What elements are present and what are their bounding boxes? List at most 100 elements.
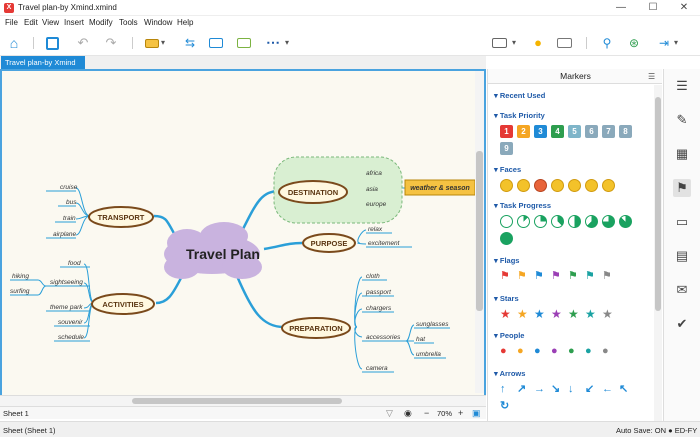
arrow-down-icon[interactable]: ↓ — [568, 383, 581, 396]
maximize-icon[interactable]: ☐ — [642, 0, 664, 16]
red-flag-icon[interactable]: ⚑ — [500, 270, 513, 283]
priority-4-marker[interactable]: 4 — [551, 125, 564, 138]
subtopic-souvenir[interactable]: souvenir — [58, 319, 83, 326]
subtopic-surfing[interactable]: surfing — [10, 288, 30, 295]
orange-person-icon[interactable]: ● — [517, 345, 530, 358]
task-icon[interactable]: ✔ — [673, 315, 691, 333]
subtopic-schedule[interactable]: schedule — [58, 334, 84, 341]
eye-icon[interactable]: ◉ — [404, 408, 412, 419]
summary-icon[interactable] — [237, 38, 251, 48]
blue-star-icon[interactable]: ★ — [534, 308, 547, 321]
section-flags[interactable]: ▾ Flags — [494, 256, 519, 265]
topic-destination[interactable]: DESTINATION — [288, 188, 338, 197]
more-icon[interactable]: ⋯ — [266, 35, 284, 51]
arrow-up-right-icon[interactable]: ↗ — [517, 383, 530, 396]
subtopic-umbrella[interactable]: umbrella — [416, 351, 441, 358]
menu-view[interactable]: View — [42, 18, 59, 27]
arrow-right-icon[interactable]: → — [534, 383, 547, 396]
priority-2-marker[interactable]: 2 — [517, 125, 530, 138]
chevron-down-icon[interactable]: ▾ — [285, 35, 303, 51]
document-tab[interactable]: Travel plan-by Xmind × — [1, 56, 85, 80]
arrow-left-icon[interactable]: ← — [602, 383, 615, 396]
fit-map-icon[interactable]: ▣ — [472, 408, 481, 419]
topic-activities[interactable]: ACTIVITIES — [102, 300, 143, 309]
boundary-icon[interactable] — [209, 38, 223, 48]
home-icon[interactable]: ⌂ — [5, 35, 23, 51]
arrow-down-left-icon[interactable]: ↙ — [585, 383, 598, 396]
progress-done-icon[interactable] — [500, 232, 513, 245]
format-brush-icon[interactable]: ✎ — [673, 111, 691, 129]
progress-3-8-icon[interactable] — [551, 215, 564, 228]
presentation-icon[interactable] — [492, 38, 507, 48]
red-star-icon[interactable]: ★ — [500, 308, 513, 321]
subtopic-airplane[interactable]: airplane — [53, 231, 77, 238]
idea-icon[interactable]: ● — [529, 35, 547, 51]
subtopic-train[interactable]: train — [63, 215, 76, 222]
green-star-icon[interactable]: ★ — [568, 308, 581, 321]
topic-icon[interactable] — [145, 39, 159, 48]
priority-7-marker[interactable]: 7 — [602, 125, 615, 138]
menu-insert[interactable]: Insert — [64, 18, 84, 27]
menu-edit[interactable]: Edit — [24, 18, 38, 27]
section-task-priority[interactable]: ▾ Task Priority — [494, 111, 545, 120]
orange-flag-icon[interactable]: ⚑ — [517, 270, 530, 283]
subtopic-hat[interactable]: hat — [416, 336, 426, 343]
topic-purpose[interactable]: PURPOSE — [311, 239, 348, 248]
subtopic-chargers[interactable]: chargers — [366, 305, 392, 312]
redo-icon[interactable]: ↷ — [102, 35, 120, 51]
teal-person-icon[interactable]: ● — [585, 345, 598, 358]
green-flag-icon[interactable]: ⚑ — [568, 270, 581, 283]
priority-8-marker[interactable]: 8 — [619, 125, 632, 138]
status-autosave[interactable]: Auto Save: ON ● ED-FY — [616, 426, 697, 435]
notes-icon[interactable]: ▤ — [673, 247, 691, 265]
purple-flag-icon[interactable]: ⚑ — [551, 270, 564, 283]
topic-preparation[interactable]: PREPARATION — [289, 324, 342, 333]
progress-7-8-icon[interactable] — [619, 215, 632, 228]
section-people[interactable]: ▾ People — [494, 331, 524, 340]
subtopic-passport[interactable]: passport — [365, 289, 392, 296]
section-stars[interactable]: ▾ Stars — [494, 294, 519, 303]
priority-3-marker[interactable]: 3 — [534, 125, 547, 138]
sheet-tab[interactable]: Sheet 1 — [3, 409, 29, 418]
chevron-down-icon[interactable]: ▾ — [512, 35, 530, 51]
smile-face-icon[interactable] — [500, 179, 513, 192]
subtopic-cruise[interactable]: cruise — [60, 184, 78, 191]
neutral-face-icon[interactable] — [602, 179, 615, 192]
callout-weather-season[interactable]: weather & season — [410, 185, 470, 192]
blue-person-icon[interactable]: ● — [534, 345, 547, 358]
section-faces[interactable]: ▾ Faces — [494, 165, 521, 174]
section-recent-used[interactable]: ▾ Recent Used — [494, 91, 545, 100]
progress-start-icon[interactable] — [500, 215, 513, 228]
zoom-in-button[interactable]: + — [458, 408, 463, 418]
subtopic-relax[interactable]: relax — [368, 226, 383, 233]
red-person-icon[interactable]: ● — [500, 345, 513, 358]
canvas-vertical-scroll-thumb[interactable] — [476, 151, 483, 311]
outline-icon[interactable]: ☰ — [673, 77, 691, 95]
menu-window[interactable]: Window — [144, 18, 172, 27]
section-arrows[interactable]: ▾ Arrows — [494, 369, 525, 378]
arrow-up-icon[interactable]: ↑ — [500, 383, 513, 396]
menu-file[interactable]: File — [5, 18, 18, 27]
gray-person-icon[interactable]: ● — [602, 345, 615, 358]
menu-tools[interactable]: Tools — [119, 18, 138, 27]
subtopic-accessories[interactable]: accessories — [366, 334, 401, 341]
canvas-vertical-scrollbar[interactable] — [475, 71, 484, 393]
gray-star-icon[interactable]: ★ — [602, 308, 615, 321]
export-icon[interactable]: ⇥ — [655, 35, 673, 51]
panel-vertical-scroll-thumb[interactable] — [655, 97, 661, 311]
markers-flag-icon[interactable]: ⚑ — [673, 179, 691, 197]
outliner-icon[interactable] — [557, 38, 572, 48]
image-icon[interactable]: ▦ — [673, 145, 691, 163]
comments-icon[interactable]: ✉ — [673, 281, 691, 299]
central-topic[interactable]: Travel Plan — [186, 246, 260, 262]
menu-modify[interactable]: Modify — [89, 18, 113, 27]
progress-4-8-icon[interactable] — [568, 215, 581, 228]
panel-vertical-scrollbar[interactable] — [654, 85, 662, 421]
filter-icon[interactable]: ▽ — [386, 408, 393, 419]
topic-transport[interactable]: TRANSPORT — [98, 213, 145, 222]
priority-1-marker[interactable]: 1 — [500, 125, 513, 138]
undo-icon[interactable]: ↶ — [74, 35, 92, 51]
subtopic-excitement[interactable]: excitement — [368, 240, 401, 247]
progress-2-8-icon[interactable] — [534, 215, 547, 228]
subtopic-europe[interactable]: europe — [366, 201, 387, 208]
